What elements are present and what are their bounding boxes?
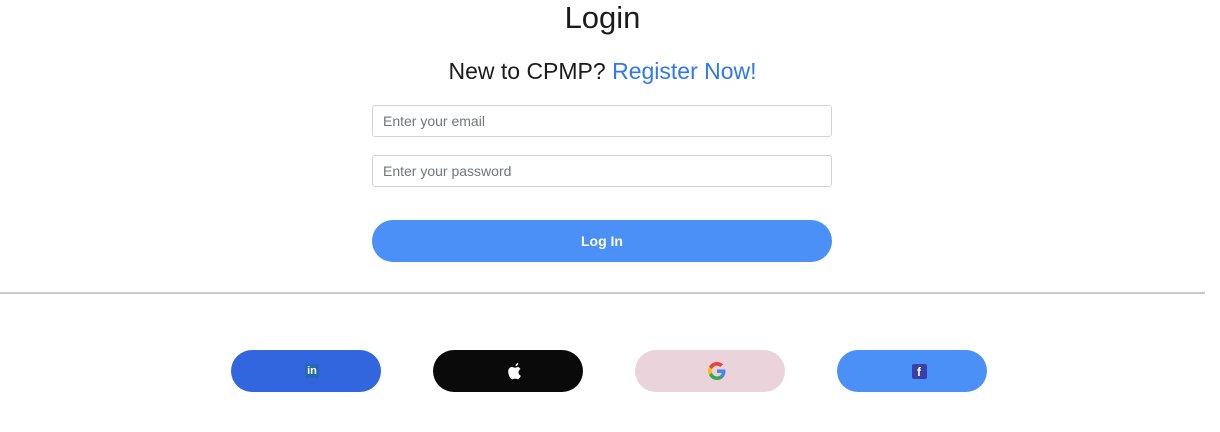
divider: [0, 292, 1205, 294]
apple-icon: [507, 362, 523, 381]
google-icon: [708, 362, 726, 380]
linkedin-icon: in: [305, 364, 319, 378]
register-link[interactable]: Register Now!: [612, 58, 756, 84]
login-button[interactable]: Log In: [372, 220, 832, 262]
apple-login-button[interactable]: [433, 350, 583, 392]
facebook-icon: f: [911, 363, 927, 379]
email-field[interactable]: [372, 105, 832, 137]
page-title: Login: [564, 0, 641, 35]
facebook-login-button[interactable]: f: [837, 350, 987, 392]
register-prompt-text: New to CPMP?: [448, 58, 606, 84]
linkedin-login-button[interactable]: in: [231, 350, 381, 392]
register-prompt: New to CPMP? Register Now!: [0, 57, 1205, 85]
google-login-button[interactable]: [635, 350, 785, 392]
password-field[interactable]: [372, 155, 832, 187]
login-page: Login New to CPMP? Register Now! Log In …: [0, 0, 1220, 432]
